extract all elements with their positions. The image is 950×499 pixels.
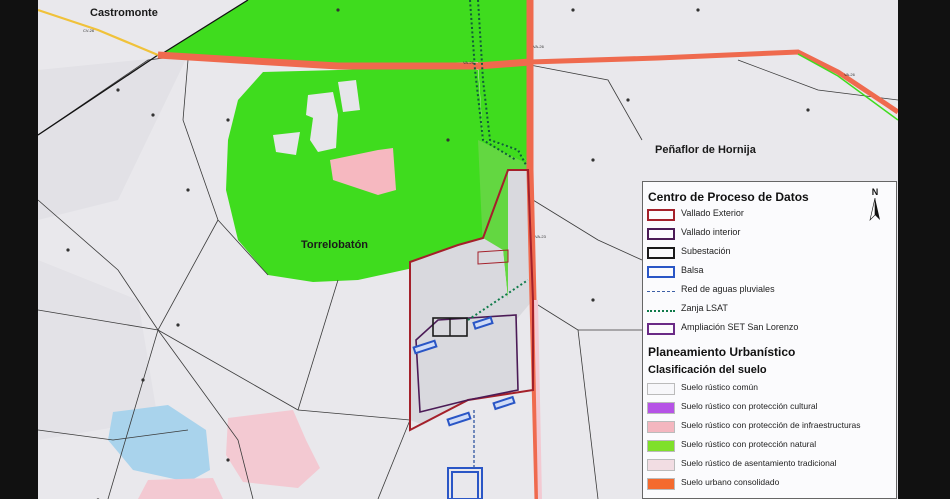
road-label: VA-26 [844, 72, 856, 77]
legend-item: Vallado Exterior [643, 207, 898, 223]
legend-title-soil-classification: Clasificación del suelo [648, 364, 767, 376]
legend-label: Suelo rústico con protección cultural [681, 401, 818, 411]
legend-label: Suelo rústico con protección natural [681, 439, 817, 449]
map-legend: Centro de Proceso de Datos N Vallado Ext… [642, 181, 897, 499]
town-label-torrelobaton: Torrelobatón [301, 239, 369, 251]
legend-swatch [647, 383, 675, 395]
legend-swatch [647, 402, 675, 414]
legend-symbol [647, 209, 675, 221]
legend-symbol [647, 291, 675, 292]
legend-label: Suelo rústico de asentamiento tradiciona… [681, 458, 837, 468]
town-label-penaflor: Peñaflor de Hornija [655, 144, 756, 156]
legend-label: Suelo urbano consolidado [681, 477, 780, 487]
legend-title-data-center: Centro de Proceso de Datos [648, 190, 809, 204]
legend-symbol [647, 228, 675, 240]
legend-symbol [647, 247, 675, 259]
legend-swatch [647, 440, 675, 452]
legend-item: Suelo rústico con protección cultural [643, 400, 898, 416]
legend-swatch [647, 478, 675, 490]
map-canvas[interactable]: CV-26 VA-26 VA-26 VA-26 VA-23 Castromont… [38, 0, 898, 499]
legend-item: Vallado interior [643, 226, 898, 242]
legend-item: Balsa [643, 264, 898, 280]
legend-symbol [647, 310, 675, 312]
legend-label: Suelo rústico con protección de infraest… [681, 420, 861, 430]
legend-item: Ampliación SET San Lorenzo [643, 321, 898, 337]
town-label-castromonte: Castromonte [90, 7, 158, 19]
legend-symbol [647, 323, 675, 335]
legend-swatch [647, 459, 675, 471]
legend-label: Red de aguas pluviales [681, 284, 775, 294]
legend-item: Zanja LSAT [643, 302, 898, 318]
legend-label: Subestación [681, 246, 731, 256]
legend-symbol [647, 266, 675, 278]
traditional-settlement-area [138, 478, 223, 499]
legend-item: Suelo rústico común [643, 381, 898, 397]
legend-title-planning: Planeamiento Urbanístico [648, 345, 796, 359]
legend-item: Red de aguas pluviales [643, 283, 898, 299]
legend-item: Suelo rústico con protección natural [643, 438, 898, 454]
north-letter: N [871, 187, 879, 197]
legend-label: Zanja LSAT [681, 303, 728, 313]
road-label: VA-26 [463, 60, 475, 65]
road-label: CV-26 [83, 28, 95, 33]
legend-item: Suelo rústico con protección de infraest… [643, 419, 898, 435]
legend-item: Suelo urbano consolidado [643, 476, 898, 492]
legend-label: Ampliación SET San Lorenzo [681, 322, 799, 332]
road-label: VA-26 [533, 44, 545, 49]
clearing [273, 132, 300, 155]
road-label: VA-23 [535, 234, 547, 239]
legend-label: Vallado Exterior [681, 208, 744, 218]
legend-item: Suelo rústico de asentamiento tradiciona… [643, 457, 898, 473]
legend-swatch [647, 421, 675, 433]
legend-label: Suelo rústico común [681, 382, 759, 392]
legend-label: Balsa [681, 265, 704, 275]
legend-item: Subestación [643, 245, 898, 261]
legend-label: Vallado interior [681, 227, 741, 237]
